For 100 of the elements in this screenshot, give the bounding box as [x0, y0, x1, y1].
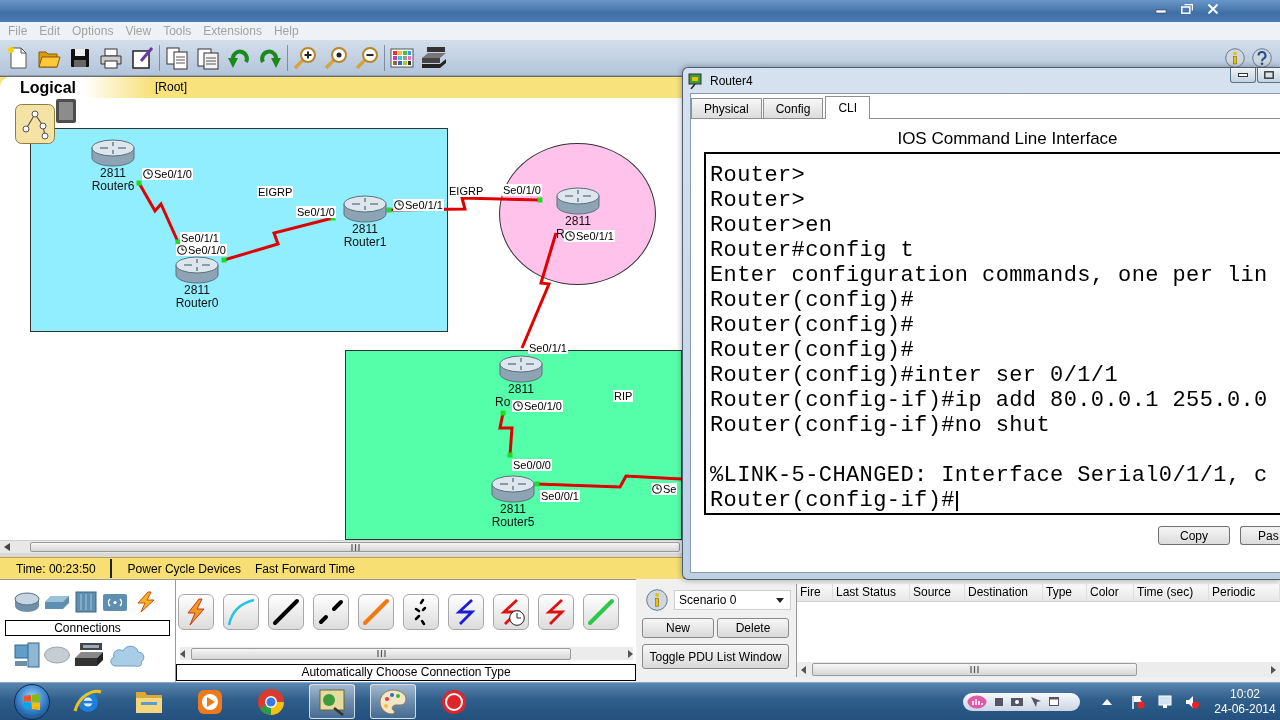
info-icon[interactable]	[1225, 47, 1245, 68]
curved-cable-icon	[227, 598, 255, 626]
palette-grid-icon[interactable]	[390, 45, 414, 70]
scroll-right-icon[interactable]	[1271, 665, 1276, 674]
wireless-icon[interactable]	[102, 591, 128, 613]
router-model: 2811	[352, 222, 378, 236]
scenario-dropdown[interactable]: Scenario 0	[674, 590, 791, 610]
hub-icon[interactable]	[74, 591, 98, 613]
paste-button[interactable]: Pas	[1240, 526, 1280, 545]
connection-type-button[interactable]	[403, 594, 439, 630]
maximize-icon	[1264, 71, 1274, 79]
terminal[interactable]	[704, 152, 1280, 515]
tab[interactable]: Config	[762, 98, 824, 118]
zoom-out-icon[interactable]	[355, 45, 379, 70]
router-model: 2811	[184, 283, 210, 297]
horizontal-scrollbar[interactable]	[180, 647, 633, 660]
arrow-up-icon[interactable]	[1102, 698, 1112, 705]
help-icon[interactable]	[1252, 47, 1272, 68]
scrollbar-thumb[interactable]	[30, 542, 680, 552]
close-icon	[1207, 4, 1219, 14]
zoom-in-icon[interactable]	[293, 45, 317, 70]
router-icon[interactable]	[175, 256, 219, 284]
router-icon[interactable]	[343, 195, 387, 223]
port-label: Se0/0/1	[540, 490, 580, 502]
grip-icon	[350, 543, 360, 551]
terminal-line: Router>en	[710, 213, 833, 238]
copy-icon[interactable]	[165, 45, 189, 70]
edit-page-icon[interactable]	[130, 45, 154, 70]
print-icon[interactable]	[99, 45, 123, 70]
stop-icon[interactable]	[995, 697, 1003, 706]
horizontal-scrollbar[interactable]	[797, 662, 1280, 677]
copy-button[interactable]: Copy	[1158, 526, 1230, 545]
frame-icon[interactable]	[56, 99, 76, 123]
terminal-line: Router>	[710, 163, 806, 188]
tab[interactable]: Physical	[691, 98, 762, 118]
computer-icon[interactable]	[14, 642, 40, 668]
pointer-icon[interactable]	[1031, 696, 1041, 707]
router-icon[interactable]	[14, 591, 40, 613]
minimize-button[interactable]	[1230, 68, 1256, 83]
connection-type-button[interactable]	[448, 594, 484, 630]
taskbar-button[interactable]	[309, 684, 355, 719]
connection-type-button[interactable]	[313, 594, 349, 630]
flag-icon[interactable]	[1131, 694, 1145, 709]
terminal-line: Router(config-if)#	[710, 488, 955, 513]
paste-icon[interactable]	[196, 45, 220, 70]
scrollbar-thumb[interactable]	[812, 663, 1137, 676]
scroll-left-icon[interactable]	[801, 665, 806, 674]
panel-heading: IOS Command Line Interface	[897, 129, 1118, 148]
view-tab[interactable]: Logical	[0, 77, 150, 98]
port-label: Se0/1/1	[404, 199, 444, 211]
terminal-line: Router>	[710, 188, 806, 213]
device-stack-icon[interactable]	[74, 642, 104, 668]
device-stack-icon[interactable]	[421, 45, 447, 70]
area-label: EIGRP	[448, 185, 485, 197]
router-icon[interactable]	[91, 139, 135, 167]
taskbar-button[interactable]	[370, 684, 416, 719]
wheel-icon	[256, 686, 286, 717]
power-cycle-button[interactable]: Power Cycle Devices	[125, 561, 243, 576]
camera-icon[interactable]	[1011, 697, 1023, 706]
toggle-pdu-list-button[interactable]: Toggle PDU List Window	[642, 644, 789, 669]
connection-type-button[interactable]	[493, 594, 529, 630]
router-icon[interactable]	[491, 475, 535, 503]
horizontal-scrollbar[interactable]	[0, 540, 682, 553]
port-light-icon	[386, 207, 392, 213]
scroll-right-icon[interactable]	[628, 649, 633, 658]
maximize-button[interactable]	[1257, 68, 1280, 83]
tab[interactable]: CLI	[825, 96, 871, 119]
router-name: Router6	[91, 179, 135, 193]
scroll-left-icon[interactable]	[180, 649, 185, 658]
new-button[interactable]: New	[642, 618, 714, 638]
window-icon[interactable]	[1049, 697, 1059, 706]
monitor-icon[interactable]	[1158, 694, 1172, 709]
speaker-icon[interactable]	[1185, 694, 1199, 709]
scroll-left-icon[interactable]	[4, 543, 10, 551]
delete-button[interactable]: Delete	[717, 618, 789, 638]
port-label: Se0/1/0	[502, 184, 542, 196]
port-label: Se0/1/0	[523, 400, 563, 412]
scrollbar-thumb[interactable]	[191, 647, 571, 660]
window-title: Router4	[710, 73, 753, 88]
area-label: EIGRP	[257, 186, 294, 198]
start-button[interactable]	[14, 683, 50, 720]
new-file-icon[interactable]	[6, 45, 30, 70]
router-icon[interactable]	[499, 355, 543, 383]
connection-type-button[interactable]	[268, 594, 304, 630]
router-icon[interactable]	[556, 187, 600, 215]
minimize-icon	[1238, 73, 1248, 77]
info-icon[interactable]	[646, 589, 668, 611]
port-light-icon	[500, 410, 506, 416]
device-category-label: Connections	[5, 620, 170, 636]
terminal-line: Router(config-if)#no shut	[710, 413, 1051, 438]
port-light-icon	[507, 452, 513, 458]
magnifier-icon[interactable]	[324, 45, 348, 70]
level-meter-icon[interactable]	[967, 694, 987, 709]
network-tree-icon[interactable]	[15, 104, 55, 144]
port-label: Se0/1/1	[528, 342, 568, 354]
fast-forward-button[interactable]: Fast Forward Time	[253, 561, 357, 576]
terminal-line: Router(config)#	[710, 313, 915, 338]
connection-hint: Automatically Choose Connection Type	[176, 664, 636, 681]
area-label: RIP	[613, 390, 634, 402]
terminal-line: %LINK-5-CHANGED: Interface Serial0/1/1, c	[710, 463, 1268, 488]
